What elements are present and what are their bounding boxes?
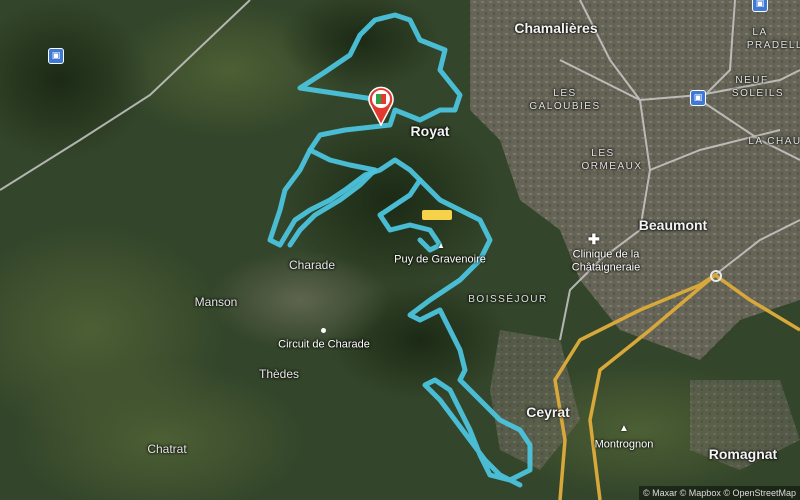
summit-triangle-icon: ▲ (619, 423, 629, 434)
district-label-boissejour: BOISSÉJOUR (468, 294, 548, 305)
place-label-chamalieres: Chamalières (514, 20, 598, 36)
hospital-cross-icon: ✚ (588, 231, 600, 247)
train-station-icon[interactable]: ▣ (690, 90, 706, 106)
district-label-neuf-soleils-2: SOLEILS (731, 88, 785, 99)
place-label-thedes: Thèdes (258, 367, 300, 381)
place-label-manson: Manson (194, 295, 238, 309)
district-label-galoubies-2: GALOUBIES (529, 101, 601, 112)
map-canvas[interactable]: ▣ ▣ ▣ ✚ ▲ ▲ Chamalières Royat Beaumont C… (0, 0, 800, 500)
map-attribution[interactable]: © Maxar © Mapbox © OpenStreetMap (639, 486, 800, 500)
place-label-ceyrat: Ceyrat (526, 404, 570, 420)
place-label-beaumont: Beaumont (638, 217, 708, 233)
place-label-charade: Charade (288, 258, 336, 272)
district-label-la-chau: LA CHAU (748, 136, 800, 147)
poi-label-montrognon: Montrognon (594, 438, 654, 451)
place-label-romagnat: Romagnat (708, 446, 778, 462)
district-label-pradelle-1: LA (752, 27, 768, 38)
poi-label-clinique-line2: Châtaigneraie (571, 261, 641, 274)
summit-triangle-icon: ▲ (437, 241, 445, 250)
district-label-galoubies-1: LES (553, 88, 577, 99)
satellite-imagery (0, 0, 800, 500)
circuit-dot-icon (321, 328, 326, 333)
poi-label-puy-de-gravenoire: Puy de Gravenoire (394, 253, 486, 266)
district-label-ormeaux-2: ORMEAUX (581, 161, 643, 172)
district-label-neuf-soleils-1: NEUF (735, 75, 769, 86)
start-flag-marker-icon[interactable] (368, 86, 394, 126)
place-label-chatrat: Chatrat (147, 442, 187, 456)
district-label-pradelle-2: PRADELLE (746, 40, 800, 51)
poi-label-circuit-de-charade: Circuit de Charade (278, 338, 370, 351)
poi-label-clinique-line1: Clinique de la (572, 248, 640, 261)
place-label-royat: Royat (410, 123, 450, 139)
train-station-icon[interactable]: ▣ (48, 48, 64, 64)
train-station-icon[interactable]: ▣ (752, 0, 768, 12)
district-label-ormeaux-1: LES (591, 148, 615, 159)
